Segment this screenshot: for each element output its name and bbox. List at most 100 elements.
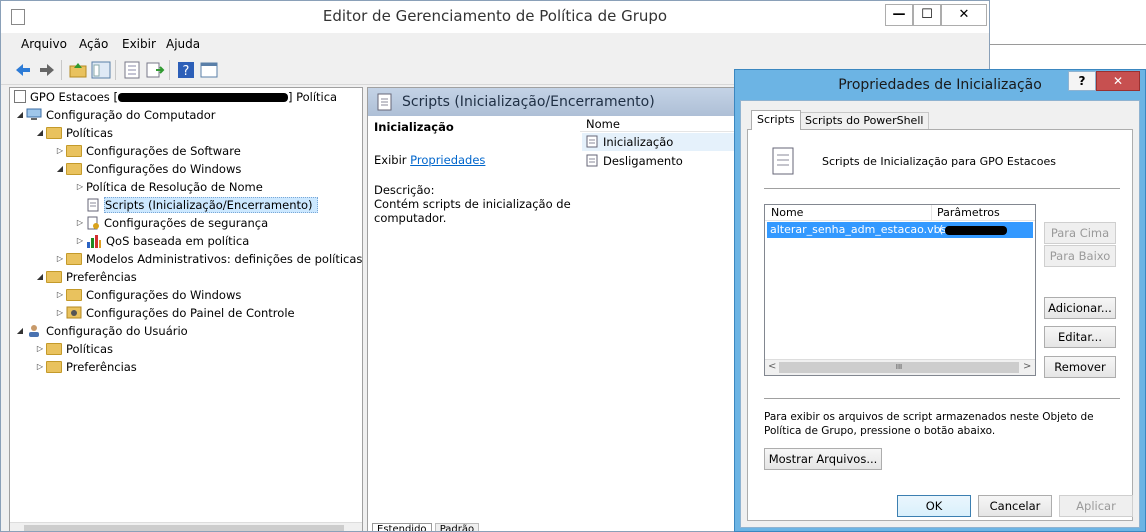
menu-acao[interactable]: Ação	[79, 37, 108, 51]
tree-item-label: Configurações de Software	[86, 144, 241, 158]
chevron-right-icon[interactable]: ▷	[54, 286, 66, 304]
tree-item[interactable]: ▷ QoS baseada em política	[74, 232, 249, 250]
tab-scripts[interactable]: Scripts	[751, 110, 801, 130]
scripts-list[interactable]: Nome Parâmetros alterar_senha_adm_estaca…	[764, 204, 1036, 376]
chevron-down-icon[interactable]: ◢	[14, 106, 26, 124]
chevron-right-icon[interactable]: ▷	[74, 214, 86, 232]
folder-icon	[46, 268, 66, 286]
dialog-close-button[interactable]: ✕	[1096, 71, 1140, 91]
ok-button[interactable]: OK	[897, 495, 971, 517]
tree-item-label: QoS baseada em política	[106, 234, 250, 248]
move-up-button[interactable]: Para Cima	[1044, 222, 1116, 244]
chevron-down-icon[interactable]: ◢	[34, 124, 46, 142]
dialog-titlebar[interactable]: Propriedades de Inicialização ? ✕	[735, 70, 1145, 100]
add-button[interactable]: Adicionar...	[1044, 297, 1116, 319]
tree-root-label: GPO Estacoes [	[30, 90, 118, 104]
folder-icon	[66, 142, 86, 160]
edit-button[interactable]: Editar...	[1044, 326, 1116, 348]
tree-pane[interactable]: GPO Estacoes [] Política ◢ Configuração d…	[9, 87, 363, 531]
chevron-right-icon[interactable]: ▷	[34, 340, 46, 358]
tree-item[interactable]: ◢ Configuração do Usuário	[14, 322, 188, 340]
script-icon	[86, 196, 104, 214]
description-label: Descrição:	[374, 183, 435, 197]
chevron-down-icon[interactable]: ◢	[34, 268, 46, 286]
cancel-button[interactable]: Cancelar	[978, 495, 1052, 517]
tree-item[interactable]: ◢ Configurações do Windows	[54, 160, 241, 178]
menu-arquivo[interactable]: Arquivo	[21, 37, 67, 51]
table-row[interactable]: alterar_senha_adm_estacao.vbs (	[767, 222, 1033, 238]
back-arrow-icon[interactable]	[13, 60, 33, 80]
chevron-right-icon[interactable]: ▷	[74, 178, 86, 196]
chevron-right-icon[interactable]: ▷	[74, 232, 86, 250]
help-button[interactable]: ?	[1068, 71, 1096, 91]
chevron-down-icon[interactable]: ◢	[54, 160, 66, 178]
tree-item[interactable]: ◢ Preferências	[34, 268, 137, 286]
list-header-name[interactable]: Nome	[586, 117, 620, 131]
close-button[interactable]: ✕	[941, 4, 987, 26]
maximize-button[interactable]: ☐	[913, 4, 941, 26]
tree-item[interactable]: ▷ Políticas	[34, 340, 113, 358]
scrollbar-thumb[interactable]: III	[779, 362, 1019, 373]
show-prefix: Exibir	[374, 153, 407, 167]
toolbar-separator	[61, 60, 62, 80]
column-header-name[interactable]: Nome	[771, 206, 803, 219]
policy-document-icon	[14, 90, 26, 103]
column-divider[interactable]	[931, 205, 932, 221]
security-icon	[86, 214, 104, 232]
tree-item[interactable]: ▷ Preferências	[34, 358, 137, 376]
export-list-icon[interactable]	[145, 60, 165, 80]
tree-item[interactable]: ▷ Modelos Administrativos: definições de …	[54, 250, 362, 268]
tree-horizontal-scrollbar[interactable]	[10, 522, 362, 531]
tree-item-label: Políticas	[66, 126, 114, 140]
show-files-button[interactable]: Mostrar Arquivos...	[764, 448, 882, 470]
folder-icon	[46, 358, 66, 376]
properties-dialog: Propriedades de Inicialização ? ✕ Script…	[734, 69, 1146, 532]
tree-root-suffix: ] Política	[287, 90, 338, 104]
tab-standard[interactable]: Padrão	[434, 523, 480, 531]
view-tabs: Estendido Padrão	[372, 523, 480, 531]
tree-item[interactable]: ▷ Configurações do Painel de Controle	[54, 304, 295, 322]
scroll-right-icon[interactable]: >	[1023, 361, 1031, 372]
properties-icon[interactable]	[122, 60, 142, 80]
list-horizontal-scrollbar[interactable]: < III >	[765, 359, 1035, 375]
tree-item-label: Configuração do Usuário	[46, 324, 188, 338]
chevron-right-icon[interactable]: ▷	[54, 304, 66, 322]
properties-link[interactable]: Propriedades	[410, 153, 485, 167]
tree-item[interactable]: ◢ Configuração do Computador	[14, 106, 216, 124]
chevron-right-icon[interactable]: ▷	[54, 250, 66, 268]
separator	[764, 398, 1120, 399]
tab-extended[interactable]: Estendido	[372, 523, 432, 531]
tree-item[interactable]: ◢ Políticas	[34, 124, 113, 142]
scroll-left-icon[interactable]: <	[768, 361, 776, 372]
tree-item-label: Configurações de segurança	[104, 216, 269, 230]
menu-ajuda[interactable]: Ajuda	[166, 37, 200, 51]
tree-item[interactable]: ▷ Configurações de Software	[54, 142, 241, 160]
forward-arrow-icon[interactable]	[37, 60, 57, 80]
tree-root[interactable]: GPO Estacoes [ ] Política	[14, 88, 337, 106]
scrollbar-thumb[interactable]	[24, 525, 344, 531]
separator	[764, 188, 1120, 189]
control-panel-icon	[66, 304, 86, 322]
column-header-params[interactable]: Parâmetros	[937, 206, 1000, 219]
remove-button[interactable]: Remover	[1044, 356, 1116, 378]
up-folder-icon[interactable]	[68, 60, 88, 80]
chevron-right-icon[interactable]: ▷	[34, 358, 46, 376]
help-icon[interactable]: ?	[176, 60, 196, 80]
tree-item[interactable]: ▷ Configurações de segurança	[74, 214, 268, 232]
tab-powershell[interactable]: Scripts do PowerShell	[799, 112, 930, 130]
scripts-header-text: Scripts de Inicialização para GPO Estaco…	[822, 155, 1056, 168]
tree-item[interactable]: ▷ Política de Resolução de Nome	[74, 178, 263, 196]
show-tree-icon[interactable]	[91, 60, 111, 80]
chevron-down-icon[interactable]: ◢	[14, 322, 26, 340]
apply-button[interactable]: Aplicar	[1059, 495, 1133, 517]
console-icon[interactable]	[199, 60, 219, 80]
folder-icon	[66, 250, 86, 268]
menu-exibir[interactable]: Exibir	[122, 37, 156, 51]
tree-item[interactable]: Scripts (Inicialização/Encerramento)	[74, 196, 318, 214]
move-down-button[interactable]: Para Baixo	[1044, 245, 1116, 267]
menu-bar: Arquivo Ação Exibir Ajuda	[1, 33, 989, 55]
minimize-button[interactable]: —	[885, 4, 913, 26]
chevron-right-icon[interactable]: ▷	[54, 142, 66, 160]
tree-item[interactable]: ▷ Configurações do Windows	[54, 286, 241, 304]
main-titlebar[interactable]: Editor de Gerenciamento de Política de G…	[1, 1, 989, 33]
